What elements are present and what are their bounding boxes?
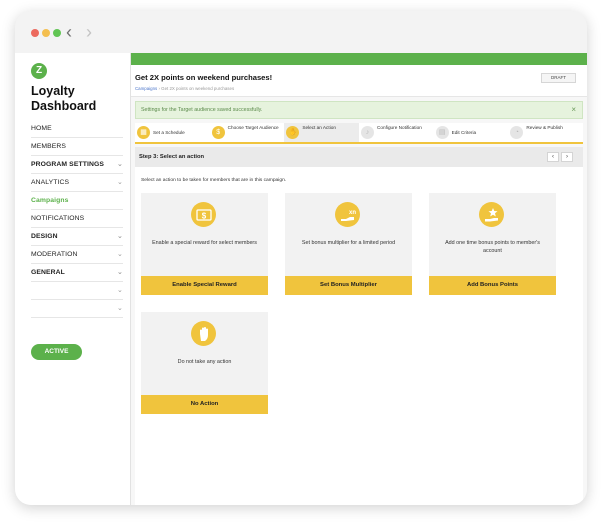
bell-icon: ♪ xyxy=(361,126,374,139)
star-hand-icon xyxy=(479,202,504,227)
status-active-button[interactable]: ACTIVE xyxy=(31,344,82,360)
sidebar-item-label: DESIGN xyxy=(31,233,58,240)
sidebar-item-label: ANALYTICS xyxy=(31,179,70,186)
action-button[interactable]: No Action xyxy=(141,395,268,414)
sidebar-item-members[interactable]: MEMBERS xyxy=(31,138,123,156)
step-1[interactable]: ▦ Set a Schedule xyxy=(135,123,210,142)
breadcrumb-separator: › xyxy=(158,86,160,91)
chevron-down-icon: ⌄ xyxy=(117,287,123,294)
chevron-down-icon: ⌄ xyxy=(117,179,123,186)
svg-text:$: $ xyxy=(201,211,206,220)
chevron-down-icon: ⌄ xyxy=(117,233,123,240)
action-button[interactable]: Enable Special Reward xyxy=(141,276,268,295)
step-label: Edit Criteria xyxy=(451,130,477,135)
top-green-bar xyxy=(131,53,587,65)
maximize-window-button[interactable] xyxy=(53,29,61,37)
gauge-icon: ◔ xyxy=(510,126,524,139)
sidebar-item-program-settings[interactable]: PROGRAM SETTINGS ⌄ xyxy=(31,156,123,174)
multiplier-hand-icon: xn xyxy=(335,202,360,227)
chevron-down-icon: ⌄ xyxy=(117,251,123,258)
hand-icon: ✋ xyxy=(286,126,300,139)
page-header: Get 2X points on weekend purchases! Camp… xyxy=(131,65,587,97)
sidebar-item-empty-9[interactable]: ⌄ xyxy=(31,282,123,300)
sidebar-item-analytics[interactable]: ANALYTICS ⌄ xyxy=(31,174,123,192)
action-card[interactable]: Add one time bonus points to member's ac… xyxy=(429,193,556,295)
next-step-button[interactable]: › xyxy=(561,152,573,162)
reward-ticket-icon: $ xyxy=(191,202,216,227)
document-icon: ▤ xyxy=(435,126,449,139)
step-label: Set a Schedule xyxy=(153,130,185,135)
action-description: Do not take any action xyxy=(177,359,232,365)
action-card[interactable]: $ Enable a special reward for select memb… xyxy=(141,193,268,295)
sidebar-item-label: GENERAL xyxy=(31,269,65,276)
chevron-down-icon: ⌄ xyxy=(117,161,123,168)
sidebar-item-design[interactable]: DESIGN ⌄ xyxy=(31,228,123,246)
sidebar-item-empty-10[interactable]: ⌄ xyxy=(31,300,123,318)
action-card[interactable]: xn Set bonus multiplier for a limited per… xyxy=(285,193,412,295)
sidebar-item-label: MEMBERS xyxy=(31,143,67,150)
step-label: Choose Target Audience xyxy=(227,125,279,130)
main-area: Get 2X points on weekend purchases! Camp… xyxy=(131,53,587,505)
previous-step-button[interactable]: ‹ xyxy=(547,152,559,162)
back-arrow-icon[interactable]: ‹ xyxy=(66,22,72,42)
svg-text:xn: xn xyxy=(349,210,356,216)
action-description: Enable a special reward for select membe… xyxy=(152,240,257,246)
instruction-text: Select an action to be taken for members… xyxy=(141,178,287,183)
chevron-down-icon: ⌄ xyxy=(117,269,123,276)
sidebar-menu: HOME MEMBERS PROGRAM SETTINGS ⌄ ANALYTICS ⌄ Ca… xyxy=(31,120,123,318)
status-badge: DRAFT xyxy=(541,73,576,83)
sidebar-item-label: HOME xyxy=(31,125,52,132)
browser-window: ‹ › Z Loyalty Dashboard HOME MEMBERS PROGR… xyxy=(15,11,587,505)
window-titlebar: ‹ › xyxy=(15,11,587,53)
step-4[interactable]: ♪ Configure Notification xyxy=(359,123,434,142)
alert-message: Settings for the Target audience saved s… xyxy=(141,107,263,113)
breadcrumb-campaigns-link[interactable]: Campaigns xyxy=(135,86,157,91)
action-content: Select an action to be taken for members… xyxy=(135,167,583,505)
success-alert: Settings for the Target audience saved s… xyxy=(135,101,583,119)
sidebar-item-label: NOTIFICATIONS xyxy=(31,215,85,222)
app-title: Loyalty Dashboard xyxy=(31,84,97,113)
step-progress: ▦ Set a Schedule $ Choose Target Audience ✋ S… xyxy=(135,123,583,144)
sidebar-item-moderation[interactable]: MODERATION ⌄ xyxy=(31,246,123,264)
sidebar-item-label: PROGRAM SETTINGS xyxy=(31,161,104,168)
step-label: Review & Publish xyxy=(526,125,563,130)
action-description: Set bonus multiplier for a limited perio… xyxy=(301,240,396,246)
close-window-button[interactable] xyxy=(31,29,39,37)
calendar-icon: ▦ xyxy=(137,126,150,139)
sidebar: Z Loyalty Dashboard HOME MEMBERS PROGRAM S… xyxy=(15,53,131,505)
step-title: Step 3: Select an action xyxy=(139,154,205,160)
action-button[interactable]: Add Bonus Points xyxy=(429,276,556,295)
minimize-window-button[interactable] xyxy=(42,29,50,37)
sidebar-item-notifications[interactable]: NOTIFICATIONS xyxy=(31,210,123,228)
chevron-down-icon: ⌄ xyxy=(117,305,123,312)
breadcrumb: Campaigns › Get 2X points on weekend pur… xyxy=(135,86,234,91)
step-3[interactable]: ✋ Select an Action xyxy=(284,123,359,142)
logo-icon: Z xyxy=(31,63,47,79)
page-title: Get 2X points on weekend purchases! xyxy=(135,73,273,82)
forward-arrow-icon[interactable]: › xyxy=(86,22,92,42)
dollar-icon: $ xyxy=(211,126,225,139)
sidebar-item-campaigns[interactable]: Campaigns xyxy=(31,192,123,210)
sidebar-item-label: Campaigns xyxy=(31,197,69,204)
breadcrumb-current: Get 2X points on weekend purchases xyxy=(161,86,235,91)
sidebar-item-home[interactable]: HOME xyxy=(31,120,123,138)
step-header: Step 3: Select an action ‹ › xyxy=(135,147,583,167)
action-card[interactable]: Do not take any action No Action xyxy=(141,312,268,414)
action-button[interactable]: Set Bonus Multiplier xyxy=(285,276,412,295)
stop-hand-icon xyxy=(191,321,216,346)
sidebar-item-general[interactable]: GENERAL ⌄ xyxy=(31,264,123,282)
step-5[interactable]: ▤ Edit Criteria xyxy=(434,123,509,142)
sidebar-item-label: MODERATION xyxy=(31,251,78,258)
step-2[interactable]: $ Choose Target Audience xyxy=(210,123,285,142)
action-description: Add one time bonus points to member's ac… xyxy=(445,240,540,254)
close-icon[interactable]: × xyxy=(571,102,576,118)
step-label: Configure Notification xyxy=(377,125,422,130)
step-label: Select an Action xyxy=(302,125,336,130)
step-6[interactable]: ◔ Review & Publish xyxy=(508,123,583,142)
